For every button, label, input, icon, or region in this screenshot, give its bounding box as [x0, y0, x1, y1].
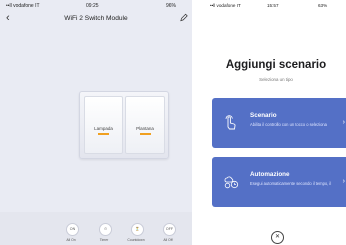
card-title: Automazione [250, 171, 290, 178]
carrier-text: ••ll vodafone IT [6, 3, 40, 9]
chevron-right-icon: › [342, 178, 345, 185]
tap-icon [225, 115, 236, 130]
switch-panel: Lampada Plantana [79, 91, 169, 159]
switch-label: Lampada [94, 126, 113, 131]
switch-lampada[interactable]: Lampada [84, 96, 123, 154]
weather-clock-icon [224, 176, 239, 189]
carrier-text: ••ll vodafone IT [210, 3, 241, 8]
all-off-label: All Off [163, 238, 173, 242]
page-subtitle: Seleziona un tipo [259, 77, 293, 82]
status-time: 15:57 [267, 3, 279, 8]
countdown-label: Countdown [127, 238, 145, 242]
switch-indicator [98, 133, 109, 135]
add-scenario-screen: ••ll vodafone IT 15:57 63% Aggiungi scen… [206, 0, 346, 245]
switch-module-screen: ••ll vodafone IT 09:25 96% ‹ WiFi 2 Swit… [0, 0, 192, 245]
battery-text: 96% [166, 3, 177, 9]
switch-label: Plantana [136, 126, 154, 131]
page-title: WiFi 2 Switch Module [64, 15, 128, 22]
timer-label: Timer [99, 238, 109, 242]
divider [192, 0, 206, 245]
pencil-icon[interactable] [180, 13, 188, 22]
card-title: Scenario [250, 112, 277, 119]
page-title: Aggiungi scenario [225, 59, 327, 71]
switch-indicator [139, 133, 151, 135]
all-on-label: All On [66, 238, 76, 242]
scenario-card[interactable]: Scenario Abilita il controllo con un toc… [212, 98, 346, 148]
status-bar: ••ll vodafone IT 15:57 63% [206, 0, 346, 12]
all-off-button[interactable]: OFF [163, 223, 176, 236]
all-on-button[interactable]: ON [66, 223, 79, 236]
switch-plantana[interactable]: Plantana [125, 96, 165, 154]
status-time: 09:25 [86, 3, 99, 9]
close-icon[interactable]: ✕ [271, 231, 284, 244]
timer-button[interactable]: ⏱ [99, 223, 112, 236]
status-bar: ••ll vodafone IT 09:25 96% [0, 0, 192, 12]
chevron-right-icon: › [342, 119, 345, 126]
card-description: Esegui automaticamente secondo il tempo,… [250, 181, 332, 186]
countdown-button[interactable]: ⏳ [131, 223, 144, 236]
battery-text: 63% [318, 3, 328, 8]
automation-card[interactable]: Automazione Esegui automaticamente secon… [212, 157, 346, 207]
card-description: Abilita il controllo con un tocco o sele… [250, 122, 327, 127]
